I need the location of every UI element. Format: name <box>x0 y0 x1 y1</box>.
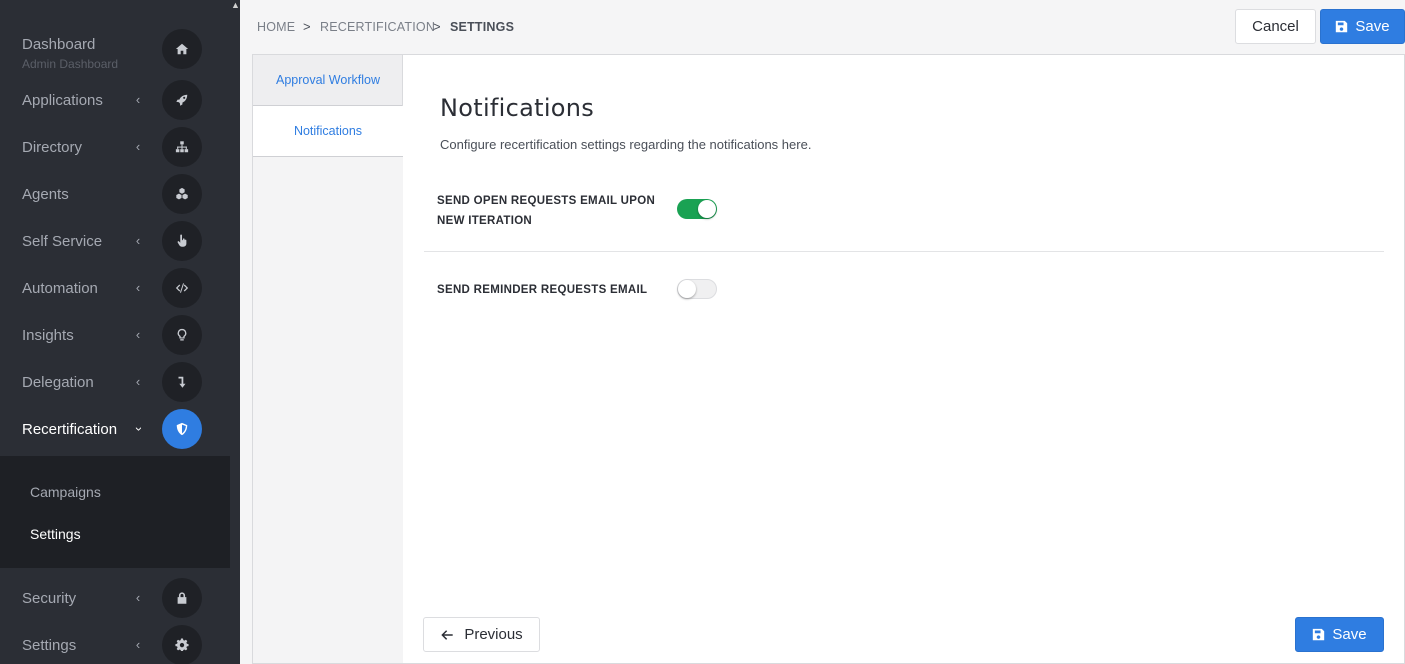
sidebar-item-label: Delegation <box>22 374 94 391</box>
sidebar-item-label: Recertification <box>22 421 118 438</box>
sidebar-item-label: Automation <box>22 280 98 297</box>
sidebar-item-agents[interactable]: Agents <box>0 171 230 218</box>
chevron-left-icon: ‹ <box>135 139 141 154</box>
divider <box>424 251 1384 252</box>
submenu-item-campaigns[interactable]: Campaigns <box>30 484 101 500</box>
sidebar-item-label: Agents <box>22 186 69 203</box>
breadcrumb-home[interactable]: HOME <box>257 20 295 34</box>
breadcrumb-separator-icon: > <box>303 19 311 34</box>
tab-approval-workflow[interactable]: Approval Workflow <box>253 55 403 106</box>
chevron-left-icon: ‹ <box>135 637 141 652</box>
breadcrumb-recertification[interactable]: RECERTIFICATION <box>320 20 435 34</box>
sidebar-item-label: Insights <box>22 327 74 344</box>
arrow-left-icon <box>441 629 453 640</box>
sidebar: ▲ Dashboard Admin Dashboard Applications… <box>0 0 240 664</box>
sidebar-item-recertification[interactable]: Recertification ‹ <box>0 406 230 453</box>
cubes-icon <box>162 174 202 214</box>
sitemap-icon <box>162 127 202 167</box>
toggle-knob <box>698 200 716 218</box>
cancel-button-label: Cancel <box>1252 18 1299 35</box>
tab-label: Notifications <box>293 124 363 138</box>
setting-label-open-requests: SEND OPEN REQUESTS EMAIL UPON NEW ITERAT… <box>437 195 656 227</box>
floppy-disk-icon <box>1336 20 1348 33</box>
chevron-left-icon: ‹ <box>135 92 141 107</box>
top-bar: HOME > RECERTIFICATION > SETTINGS Cancel… <box>240 0 1405 54</box>
sidebar-item-sublabel: Admin Dashboard <box>22 57 119 71</box>
save-button-label: Save <box>1355 18 1390 35</box>
sidebar-item-label: Directory <box>22 139 83 156</box>
code-icon <box>162 268 202 308</box>
footer-save-button[interactable]: Save <box>1295 617 1384 652</box>
sidebar-item-label: Security <box>22 590 77 607</box>
breadcrumb-separator-icon: > <box>433 19 441 34</box>
toggle-knob <box>678 280 696 298</box>
scroll-up-arrow-icon[interactable]: ▲ <box>231 0 240 10</box>
chevron-left-icon: ‹ <box>135 327 141 342</box>
chevron-left-icon: ‹ <box>135 590 141 605</box>
notifications-panel: Notifications Configure recertification … <box>403 55 1404 663</box>
rocket-icon <box>162 80 202 120</box>
lightbulb-icon <box>162 315 202 355</box>
page-title: Notifications <box>440 94 595 122</box>
level-down-icon <box>162 362 202 402</box>
tab-notifications[interactable]: Notifications <box>253 106 403 157</box>
sidebar-item-directory[interactable]: Directory ‹ <box>0 124 230 171</box>
save-button[interactable]: Save <box>1320 9 1405 44</box>
footer-save-button-label: Save <box>1332 626 1367 643</box>
breadcrumb-settings: SETTINGS <box>450 20 515 34</box>
tab-label: Approval Workflow <box>276 73 380 87</box>
chevron-down-icon: ‹ <box>130 426 145 432</box>
floppy-disk-icon <box>1313 628 1325 641</box>
page-description: Configure recertification settings regar… <box>440 137 812 152</box>
submenu-item-settings[interactable]: Settings <box>30 526 81 542</box>
sidebar-item-self-service[interactable]: Self Service ‹ <box>0 218 230 265</box>
gear-icon <box>162 625 202 664</box>
shield-icon <box>162 409 202 449</box>
sidebar-item-settings[interactable]: Settings ‹ <box>0 622 230 664</box>
open-requests-email-toggle[interactable] <box>677 199 717 219</box>
sidebar-item-label: Self Service <box>22 233 103 250</box>
recertification-submenu: Campaigns Settings <box>0 456 230 568</box>
sidebar-item-label: Settings <box>22 637 77 654</box>
sidebar-item-security[interactable]: Security ‹ <box>0 575 230 622</box>
sidebar-item-label: Applications <box>22 92 103 109</box>
previous-button[interactable]: Previous <box>423 617 540 652</box>
sidebar-item-automation[interactable]: Automation ‹ <box>0 265 230 312</box>
sidebar-item-insights[interactable]: Insights ‹ <box>0 312 230 359</box>
reminder-requests-email-toggle[interactable] <box>677 279 717 299</box>
setting-label-reminder-requests: SEND REMINDER REQUESTS EMAIL <box>437 284 648 296</box>
hand-pointer-icon <box>162 221 202 261</box>
chevron-left-icon: ‹ <box>135 280 141 295</box>
lock-icon <box>162 578 202 618</box>
settings-card: Approval Workflow Notifications Notifica… <box>252 54 1405 664</box>
home-icon <box>162 29 202 69</box>
sidebar-item-dashboard[interactable]: Dashboard Admin Dashboard <box>0 26 230 73</box>
chevron-left-icon: ‹ <box>135 233 141 248</box>
sidebar-item-delegation[interactable]: Delegation ‹ <box>0 359 230 406</box>
cancel-button[interactable]: Cancel <box>1235 9 1316 44</box>
previous-button-label: Previous <box>464 626 523 643</box>
sidebar-item-label: Dashboard <box>22 36 96 53</box>
chevron-left-icon: ‹ <box>135 374 141 389</box>
sidebar-item-applications[interactable]: Applications ‹ <box>0 77 230 124</box>
settings-tabs: Approval Workflow Notifications <box>253 55 403 663</box>
